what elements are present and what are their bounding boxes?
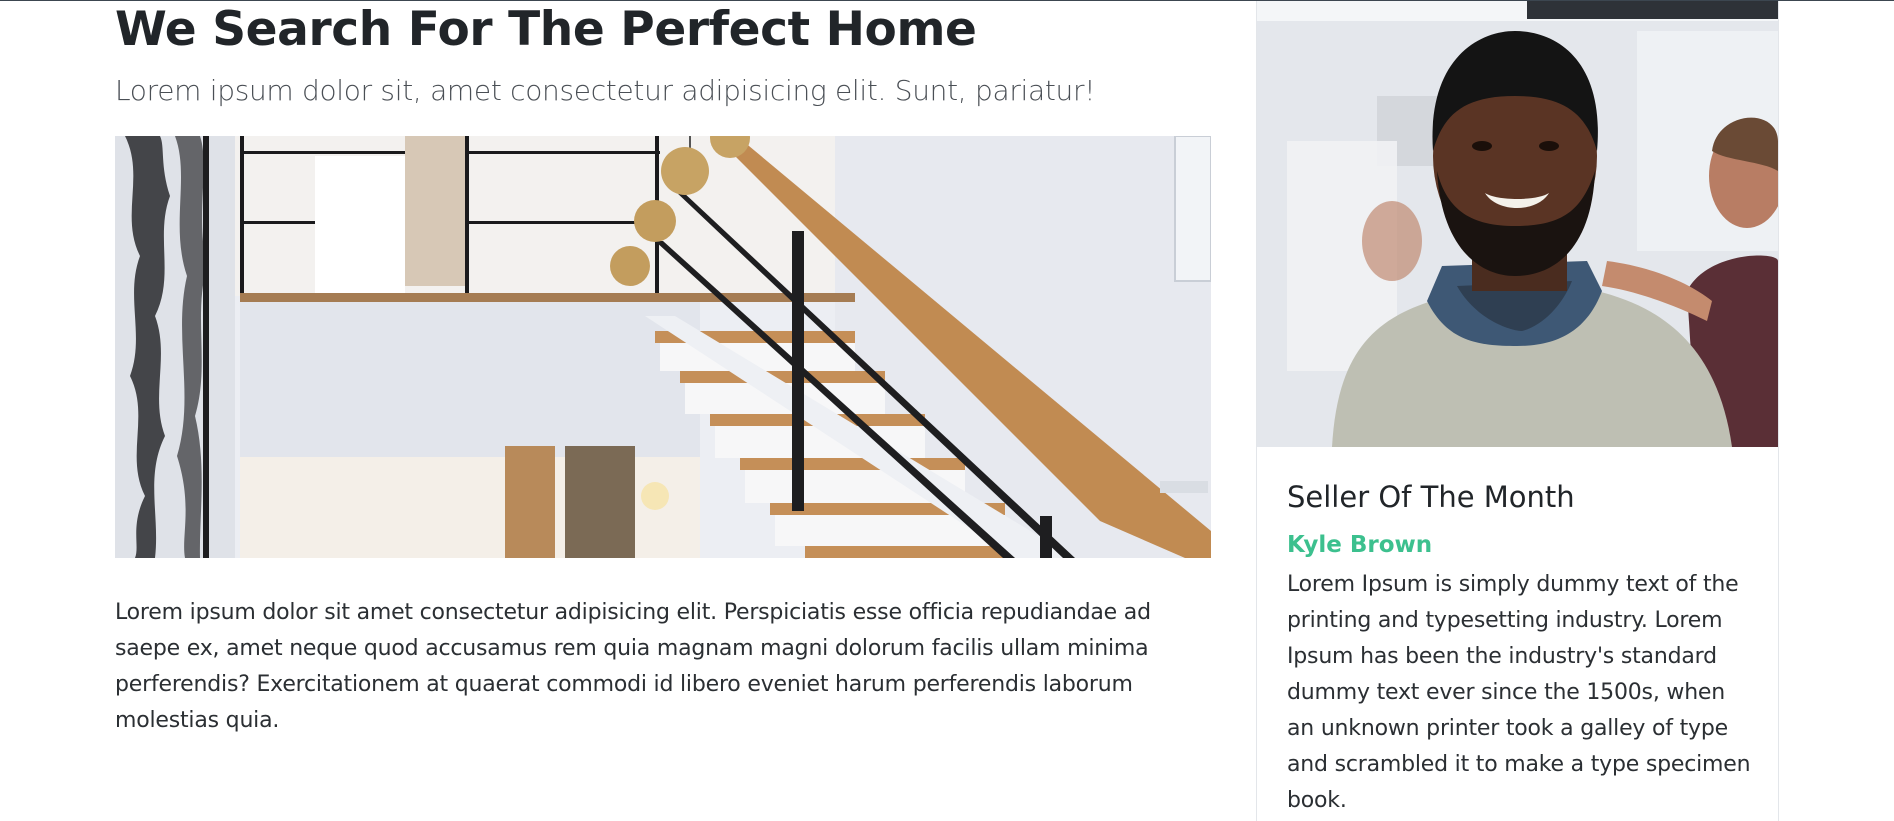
- page: We Search For The Perfect Home Lorem ips…: [0, 0, 1894, 821]
- seller-card-body: Seller Of The Month Kyle Brown Lorem Ips…: [1287, 471, 1757, 819]
- staircase-image: [115, 136, 1211, 558]
- seller-name: Kyle Brown: [1287, 532, 1433, 558]
- seller-card: Seller Of The Month Kyle Brown Lorem Ips…: [1256, 1, 1779, 821]
- page-title: We Search For The Perfect Home: [115, 2, 977, 57]
- body-paragraph: Lorem ipsum dolor sit amet consectetur a…: [115, 600, 1151, 733]
- page-lead: Lorem ipsum dolor sit, amet consectetur …: [115, 74, 1096, 107]
- seller-card-text: Lorem Ipsum is simply dummy text of the …: [1287, 572, 1751, 813]
- seller-card-title: Seller Of The Month: [1287, 480, 1575, 514]
- seller-photo: [1257, 1, 1778, 447]
